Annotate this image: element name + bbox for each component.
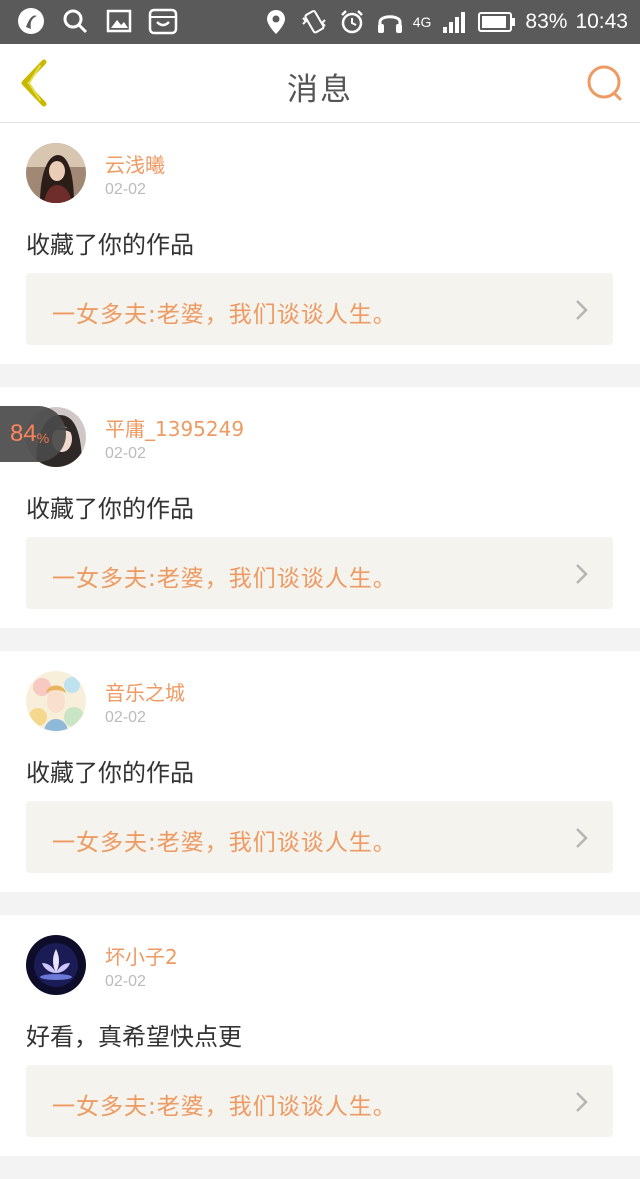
chevron-right-icon xyxy=(576,1092,588,1112)
username[interactable]: 坏小子2 xyxy=(105,941,178,970)
message-text: 收藏了你的作品 xyxy=(26,495,194,523)
message-card: 坏小子2 02-02 好看，真希望快点更 一女多夫:老婆，我们谈谈人生。 xyxy=(0,915,640,1156)
battery-icon xyxy=(477,7,517,37)
headphones-icon xyxy=(375,7,405,37)
app-notification-icon xyxy=(16,6,46,36)
message-date: 02-02 xyxy=(105,181,146,198)
message-list: 云浅曦 02-02 收藏了你的作品 一女多夫:老婆，我们谈谈人生。 平庸_139… xyxy=(0,123,640,1179)
clock: 10:43 xyxy=(575,10,628,33)
message-text: 收藏了你的作品 xyxy=(26,231,194,259)
floating-memory-badge[interactable]: 84 % xyxy=(0,406,66,462)
username[interactable]: 音乐之城 xyxy=(105,677,185,706)
search-icon xyxy=(587,65,622,101)
status-bar: 4G 83% 10:43 xyxy=(0,0,640,44)
chevron-right-icon xyxy=(576,828,588,848)
badge-value: 84 xyxy=(10,420,37,447)
username[interactable]: 云浅曦 xyxy=(105,149,165,178)
message-text: 好看，真希望快点更 xyxy=(26,1023,242,1051)
alarm-icon xyxy=(337,7,367,37)
chevron-right-icon xyxy=(576,564,588,584)
work-link[interactable]: 一女多夫:老婆，我们谈谈人生。 xyxy=(26,801,613,873)
message-date: 02-02 xyxy=(105,973,146,990)
work-link[interactable]: 一女多夫:老婆，我们谈谈人生。 xyxy=(26,1065,613,1137)
work-title: 一女多夫:老婆，我们谈谈人生。 xyxy=(52,1094,397,1120)
message-card: 平庸_1395249 02-02 收藏了你的作品 一女多夫:老婆，我们谈谈人生。 xyxy=(0,387,640,628)
search-notification-icon xyxy=(60,6,90,36)
location-icon xyxy=(261,7,291,37)
battery-percent: 83% xyxy=(525,10,568,33)
work-link[interactable]: 一女多夫:老婆，我们谈谈人生。 xyxy=(26,537,613,609)
username[interactable]: 平庸_1395249 xyxy=(105,413,244,442)
badge-unit: % xyxy=(36,430,50,446)
message-card: 云浅曦 02-02 收藏了你的作品 一女多夫:老婆，我们谈谈人生。 xyxy=(0,123,640,364)
header: 消息 xyxy=(0,44,640,123)
image-notification-icon xyxy=(104,6,134,36)
avatar[interactable] xyxy=(26,935,86,995)
page-title: 消息 xyxy=(287,72,353,108)
message-date: 02-02 xyxy=(105,709,146,726)
shop-notification-icon xyxy=(148,6,178,36)
work-title: 一女多夫:老婆，我们谈谈人生。 xyxy=(52,302,397,328)
message-text: 收藏了你的作品 xyxy=(26,759,194,787)
avatar[interactable] xyxy=(26,143,86,203)
search-button[interactable] xyxy=(584,62,626,104)
chevron-right-icon xyxy=(576,300,588,320)
message-card: 音乐之城 02-02 收藏了你的作品 一女多夫:老婆，我们谈谈人生。 xyxy=(0,651,640,892)
work-link[interactable]: 一女多夫:老婆，我们谈谈人生。 xyxy=(26,273,613,345)
work-title: 一女多夫:老婆，我们谈谈人生。 xyxy=(52,566,397,592)
signal-icon xyxy=(439,7,469,37)
avatar[interactable] xyxy=(26,671,86,731)
work-title: 一女多夫:老婆，我们谈谈人生。 xyxy=(52,830,397,856)
network-type: 4G xyxy=(412,14,432,30)
vibrate-icon xyxy=(299,7,329,37)
message-date: 02-02 xyxy=(105,445,146,462)
